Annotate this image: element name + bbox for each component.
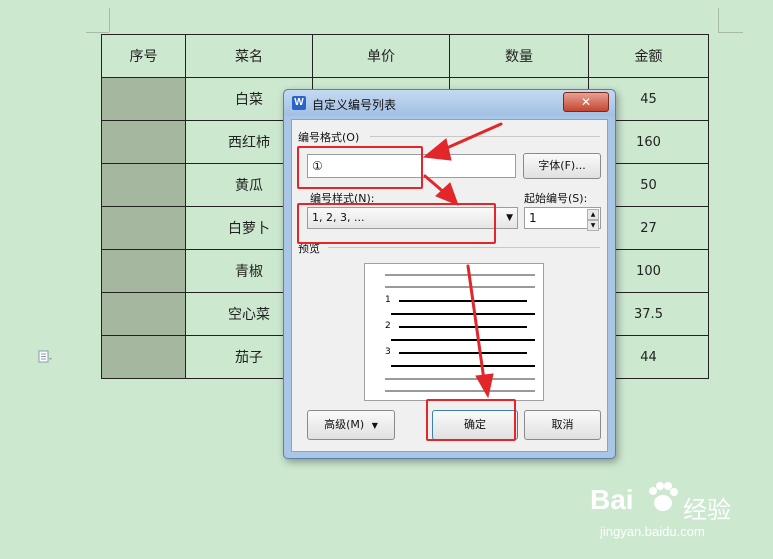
- baidu-paw-icon: [649, 482, 678, 511]
- arrow-to-format: [438, 122, 503, 153]
- arrowhead-icon: [475, 373, 494, 399]
- arrowhead-icon: [422, 138, 452, 161]
- watermark-logo: Bai: [590, 484, 634, 515]
- annotation-arrows: [422, 122, 503, 399]
- arrow-to-ok: [466, 264, 486, 382]
- watermark-url: jingyan.baidu.com: [600, 524, 705, 539]
- watermark-jingyan: 经验: [683, 496, 731, 524]
